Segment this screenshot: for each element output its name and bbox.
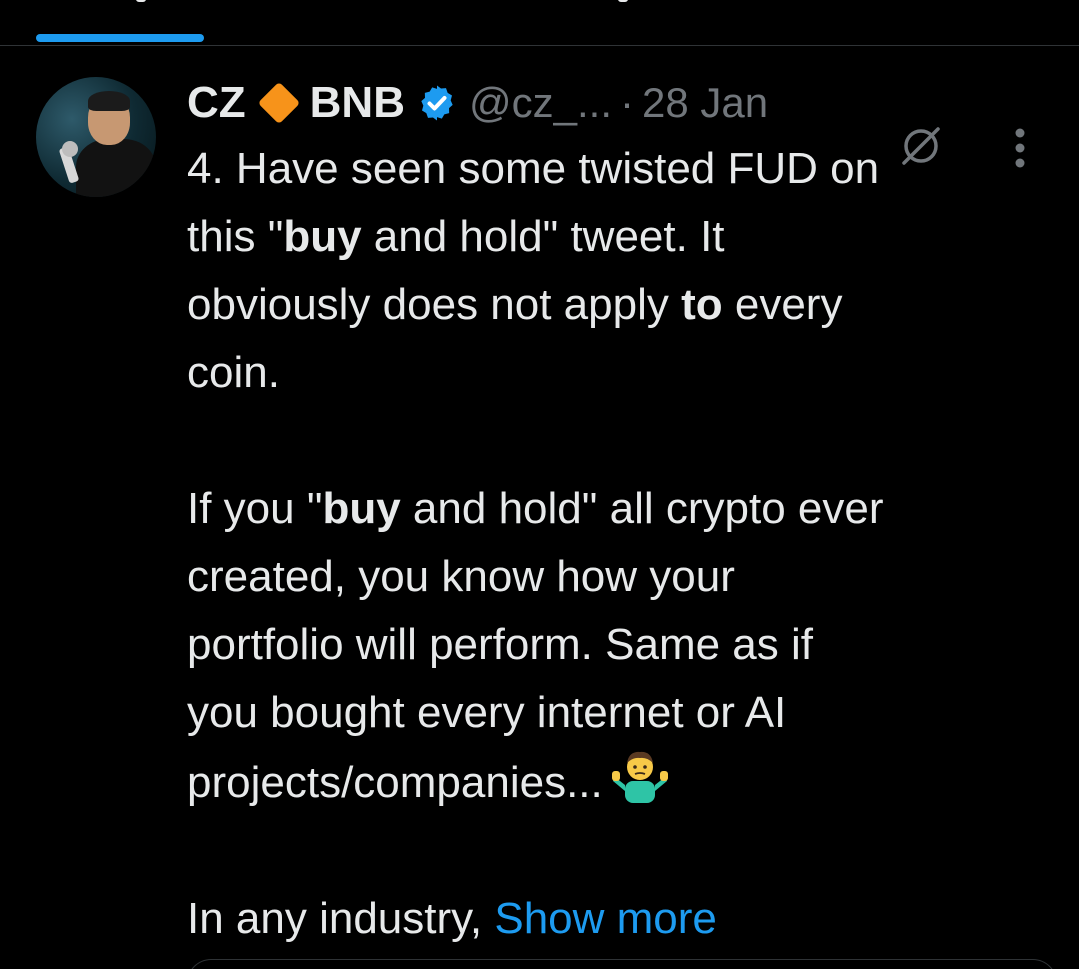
tweet-text: 4. Have seen some twisted FUD on this "b… xyxy=(187,135,1047,953)
text-line: portfolio will perform. Same as if xyxy=(187,611,1047,679)
text-span: coin. xyxy=(187,348,280,397)
tweet-header: CZ BNB @cz_... · 28 Jan xyxy=(187,77,768,129)
text-span: this " xyxy=(187,212,284,261)
verified-badge-icon xyxy=(421,85,453,121)
text-line: this "buy and hold" tweet. It xyxy=(187,203,1047,271)
text-span: projects/companies... xyxy=(187,758,603,807)
text-line: If you "buy and hold" all crypto ever xyxy=(187,475,1047,543)
text-span: and hold" tweet. It xyxy=(361,212,725,261)
text-line: created, you know how your xyxy=(187,543,1047,611)
display-name-part-1[interactable]: CZ xyxy=(187,78,246,128)
active-tab-indicator xyxy=(36,34,204,42)
tweet-screen: CZ BNB @cz_... · 28 Jan 4. Have seen som… xyxy=(0,0,1079,969)
text-line: projects/companies... xyxy=(187,747,1047,817)
text-line: 4. Have seen some twisted FUD on xyxy=(187,135,1047,203)
text-span: If you " xyxy=(187,484,323,533)
avatar-person-body xyxy=(76,139,156,197)
show-more-link[interactable]: Show more xyxy=(494,894,717,943)
display-name-part-2[interactable]: BNB xyxy=(310,78,405,128)
bold-text-span: to xyxy=(681,280,723,329)
bold-text-span: buy xyxy=(283,212,362,261)
bold-text-span: buy xyxy=(322,484,401,533)
text-span: obviously does not apply xyxy=(187,280,682,329)
tab-label-fragment xyxy=(618,0,628,2)
text-span: and hold" all crypto ever xyxy=(400,484,884,533)
text-line: In any industry, Show more xyxy=(187,885,1047,953)
text-span: every xyxy=(722,280,843,329)
text-span: you bought every internet or AI xyxy=(187,688,787,737)
quote-card[interactable] xyxy=(187,959,1057,969)
tab-label-fragment xyxy=(136,0,146,2)
text-line: you bought every internet or AI xyxy=(187,679,1047,747)
person-shrugging-emoji-icon xyxy=(611,751,668,803)
tweet-timestamp[interactable]: 28 Jan xyxy=(642,79,768,127)
avatar-person-hair xyxy=(88,91,130,111)
tweet[interactable]: CZ BNB @cz_... · 28 Jan 4. Have seen som… xyxy=(0,47,1079,969)
user-handle[interactable]: @cz_... xyxy=(469,79,612,127)
avatar[interactable] xyxy=(36,77,156,197)
text-line: coin. xyxy=(187,339,1047,407)
text-line: obviously does not apply to every xyxy=(187,271,1047,339)
tab-strip xyxy=(0,0,1079,46)
text-span: created, you know how your xyxy=(187,552,735,601)
avatar-microphone-head xyxy=(62,141,78,157)
orange-diamond-icon xyxy=(257,81,300,125)
text-span: portfolio will perform. Same as if xyxy=(187,620,813,669)
text-span: In any industry, xyxy=(187,894,495,943)
separator-dot: · xyxy=(620,79,634,126)
text-span: 4. Have seen some twisted FUD on xyxy=(187,144,880,193)
